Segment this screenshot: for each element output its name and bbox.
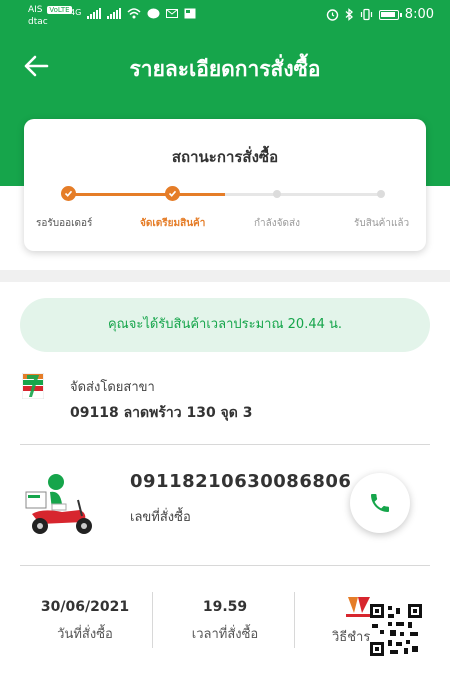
- seven-eleven-logo: [22, 373, 44, 399]
- step-label-received: รอรับออเดอร์: [36, 218, 93, 229]
- step-1-check: [61, 186, 76, 201]
- signal-icon-2: [107, 8, 122, 19]
- call-button[interactable]: [350, 473, 410, 533]
- order-date-label: วันที่สั่งซื้อ: [57, 627, 113, 642]
- bluetooth-icon: [345, 8, 353, 21]
- page-title: รายละเอียดการสั่งซื้อ: [129, 57, 321, 81]
- volte-badge: VoLTE: [47, 6, 72, 14]
- order-time-value: 19.59: [202, 599, 248, 615]
- step-label-delivered: รับสินค้าแล้ว: [354, 218, 410, 229]
- progress-track: [68, 193, 382, 196]
- order-number: 09118210630086806: [130, 471, 352, 492]
- carrier-secondary: dtac: [28, 17, 48, 27]
- phone-icon: [371, 494, 389, 512]
- battery-icon: [378, 9, 402, 20]
- branch-label: จัดส่งโดยสาขา: [70, 380, 155, 395]
- step-4-dot: [377, 190, 385, 198]
- branch-name: 09118 ลาดพร้าว 130 จุด 3: [70, 405, 253, 421]
- status-bar: AIS VoLTE dtac 4G 8:00: [0, 0, 450, 36]
- divider: [20, 444, 430, 445]
- order-date: 30/06/2021 วันที่สั่งซื้อ: [30, 599, 140, 644]
- wifi-icon: [127, 8, 141, 19]
- section-separator: [0, 270, 450, 282]
- column-divider: [294, 592, 295, 648]
- order-time: 19.59 เวลาที่สั่งซื้อ: [170, 599, 280, 644]
- clock: 8:00: [404, 7, 434, 22]
- delivery-scooter-icon: [25, 474, 92, 534]
- step-2-check: [165, 186, 180, 201]
- order-time-label: เวลาที่สั่งซื้อ: [191, 627, 259, 642]
- order-status-card: สถานะการสั่งซื้อ รอรับออเดอร์ จัดเตรียมส…: [24, 119, 426, 251]
- delivery-eta-banner: คุณจะได้รับสินค้าเวลาประมาณ 20.44 น.: [20, 298, 430, 352]
- carrier-primary: AIS VoLTE: [28, 4, 72, 16]
- vibrate-icon: [360, 8, 372, 21]
- line-app-icon: [147, 8, 160, 19]
- step-label-preparing: จัดเตรียมสินค้า: [140, 218, 206, 229]
- mail-icon: [166, 9, 179, 18]
- check-icon: [168, 190, 177, 197]
- step-label-shipping: กำลังจัดส่ง: [254, 218, 301, 229]
- qr-code: [370, 604, 422, 656]
- carrier-name: AIS: [28, 5, 43, 15]
- step-3-dot: [273, 190, 281, 198]
- network-type: 4G: [70, 8, 82, 17]
- signal-icon: [87, 8, 102, 19]
- order-number-label: เลขที่สั่งซื้อ: [130, 510, 191, 525]
- divider: [20, 565, 430, 566]
- column-divider: [152, 592, 153, 648]
- order-status-title: สถานะการสั่งซื้อ: [171, 148, 279, 166]
- news-icon: [184, 8, 196, 19]
- network-icons: 4G: [70, 8, 196, 19]
- progress-fill: [68, 193, 225, 196]
- check-icon: [64, 190, 73, 197]
- order-date-value: 30/06/2021: [40, 599, 130, 615]
- alarm-icon: [326, 9, 338, 21]
- system-icons: 8:00: [326, 7, 434, 22]
